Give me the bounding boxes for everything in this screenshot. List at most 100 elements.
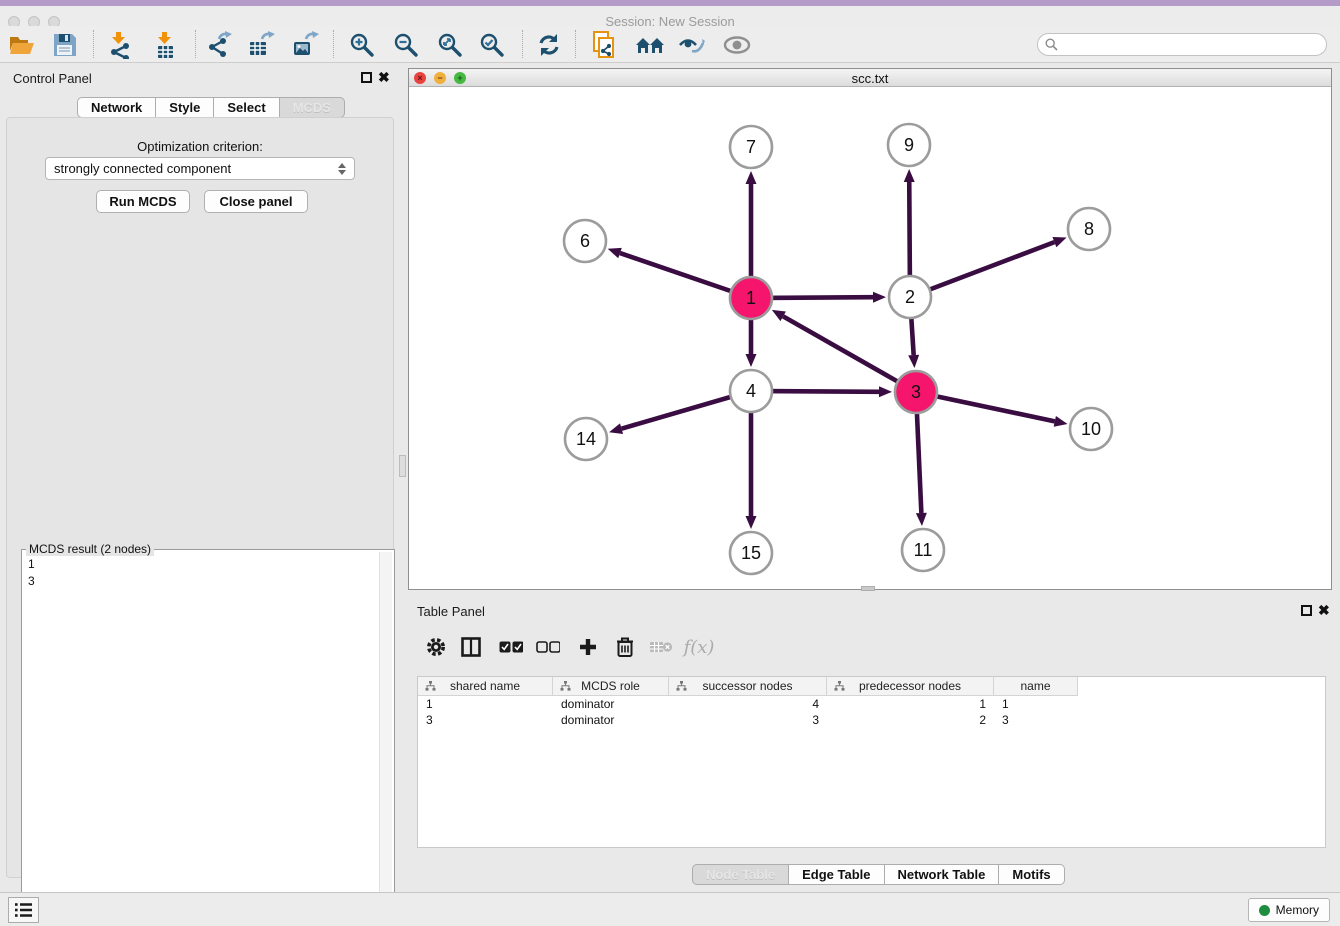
search-input[interactable] xyxy=(1062,38,1326,52)
tab-motifs[interactable]: Motifs xyxy=(999,864,1064,885)
panel-splitter-handle[interactable] xyxy=(399,455,406,477)
window-resize-handle[interactable] xyxy=(861,586,875,591)
duplicate-network-icon[interactable] xyxy=(588,28,622,61)
destroy-table-icon[interactable] xyxy=(646,632,676,662)
close-panel-button[interactable]: Close panel xyxy=(204,190,308,213)
deselect-all-icon[interactable] xyxy=(533,632,563,662)
svg-text:6: 6 xyxy=(580,231,590,251)
edge-2-8[interactable] xyxy=(910,242,1054,297)
graph-node-1[interactable]: 1 xyxy=(730,277,772,319)
table-cell[interactable]: 3 xyxy=(994,712,1078,728)
table-row[interactable]: 1dominator411 xyxy=(418,696,1325,712)
memory-status-icon xyxy=(1259,905,1270,916)
delete-column-icon[interactable] xyxy=(610,632,640,662)
column-header-successor-nodes[interactable]: successor nodes xyxy=(669,677,827,696)
edge-3-1[interactable] xyxy=(783,316,916,392)
graph-node-4[interactable]: 4 xyxy=(730,370,772,412)
control-panel: Control Panel ✖ Network Style Select MCD… xyxy=(0,63,400,892)
table-cell[interactable]: 4 xyxy=(669,696,827,712)
select-all-icon[interactable] xyxy=(496,632,526,662)
edge-arrowhead xyxy=(879,386,892,397)
refresh-icon[interactable] xyxy=(532,28,566,61)
graph-node-9[interactable]: 9 xyxy=(888,124,930,166)
attribute-icon xyxy=(834,681,845,691)
edge-arrowhead xyxy=(609,423,623,434)
add-column-icon[interactable] xyxy=(573,632,603,662)
zoom-fit-icon[interactable] xyxy=(433,28,467,61)
memory-button[interactable]: Memory xyxy=(1248,898,1330,922)
table-row[interactable]: 3dominator323 xyxy=(418,712,1325,728)
tab-node-table[interactable]: Node Table xyxy=(692,864,789,885)
close-panel-icon[interactable]: ✖ xyxy=(378,69,390,86)
optimization-criterion-select[interactable]: strongly connected component xyxy=(45,157,355,180)
run-mcds-button[interactable]: Run MCDS xyxy=(96,190,190,213)
graph-node-11[interactable]: 11 xyxy=(902,529,944,571)
mcds-result-group: MCDS result (2 nodes) 13 xyxy=(21,549,395,924)
function-builder-icon[interactable]: f(x) xyxy=(684,632,714,662)
graph-node-14[interactable]: 14 xyxy=(565,418,607,460)
table-cell[interactable]: 1 xyxy=(418,696,553,712)
table-body: 1dominator4113dominator323 xyxy=(418,696,1325,728)
export-network-icon[interactable] xyxy=(202,28,236,61)
import-network-icon[interactable] xyxy=(102,28,136,61)
show-panel-icon[interactable] xyxy=(720,28,754,61)
graph-node-15[interactable]: 15 xyxy=(730,532,772,574)
attribute-icon xyxy=(560,681,571,691)
column-layout-icon[interactable] xyxy=(456,632,486,662)
column-header-name[interactable]: name xyxy=(994,677,1078,696)
svg-text:10: 10 xyxy=(1081,419,1101,439)
graph-node-7[interactable]: 7 xyxy=(730,126,772,168)
float-table-panel-icon[interactable] xyxy=(1301,605,1312,616)
export-table-icon[interactable] xyxy=(244,28,278,61)
hide-panels-icon[interactable] xyxy=(675,28,709,61)
network-view-window: × − + scc.txt 7 9 6 8 1 2 4 3 14 10 15 11 xyxy=(408,68,1332,590)
edge-arrowhead xyxy=(608,248,622,258)
table-cell[interactable]: 3 xyxy=(418,712,553,728)
close-table-panel-icon[interactable]: ✖ xyxy=(1318,602,1330,619)
tab-edge-table[interactable]: Edge Table xyxy=(789,864,884,885)
table-cell[interactable]: 2 xyxy=(827,712,994,728)
save-session-icon[interactable] xyxy=(47,28,81,61)
zoom-in-icon[interactable] xyxy=(345,28,379,61)
tab-mcds[interactable]: MCDS xyxy=(280,97,345,118)
table-cell[interactable]: dominator xyxy=(553,712,669,728)
network-canvas[interactable]: 7 9 6 8 1 2 4 3 14 10 15 11 xyxy=(409,87,1331,589)
mcds-result-line: 3 xyxy=(28,573,35,590)
tab-select[interactable]: Select xyxy=(214,97,279,118)
status-bar: Memory xyxy=(0,892,1340,926)
float-panel-icon[interactable] xyxy=(361,72,372,83)
tab-style[interactable]: Style xyxy=(156,97,214,118)
column-header-predecessor-nodes[interactable]: predecessor nodes xyxy=(827,677,994,696)
zoom-selected-icon[interactable] xyxy=(475,28,509,61)
table-cell[interactable]: 3 xyxy=(669,712,827,728)
edge-arrowhead xyxy=(746,516,757,529)
tab-network[interactable]: Network xyxy=(77,97,156,118)
network-window-titlebar[interactable]: × − + scc.txt xyxy=(409,69,1331,87)
search-field[interactable] xyxy=(1037,33,1327,56)
graph-node-2[interactable]: 2 xyxy=(889,276,931,318)
table-cell[interactable]: dominator xyxy=(553,696,669,712)
import-table-icon[interactable] xyxy=(148,28,182,61)
table-cell[interactable]: 1 xyxy=(994,696,1078,712)
toolbar-separator xyxy=(333,30,334,58)
graph-node-3[interactable]: 3 xyxy=(895,371,937,413)
tab-network-table[interactable]: Network Table xyxy=(885,864,1000,885)
open-file-icon[interactable] xyxy=(5,28,39,61)
svg-text:3: 3 xyxy=(911,382,921,402)
table-tabs: Node Table Edge Table Network Table Moti… xyxy=(692,864,1065,885)
node-table[interactable]: shared nameMCDS rolesuccessor nodesprede… xyxy=(417,676,1326,848)
session-home-icon[interactable] xyxy=(633,28,667,61)
column-header-MCDS-role[interactable]: MCDS role xyxy=(553,677,669,696)
task-history-button[interactable] xyxy=(8,897,39,923)
export-image-icon[interactable] xyxy=(288,28,322,61)
zoom-out-icon[interactable] xyxy=(389,28,423,61)
edge-arrowhead xyxy=(916,513,927,526)
graph-node-8[interactable]: 8 xyxy=(1068,208,1110,250)
graph-node-10[interactable]: 10 xyxy=(1070,408,1112,450)
column-header-shared-name[interactable]: shared name xyxy=(418,677,553,696)
search-icon xyxy=(1045,38,1058,51)
result-scrollbar[interactable] xyxy=(379,552,392,921)
gear-icon[interactable] xyxy=(421,632,451,662)
graph-node-6[interactable]: 6 xyxy=(564,220,606,262)
table-cell[interactable]: 1 xyxy=(827,696,994,712)
